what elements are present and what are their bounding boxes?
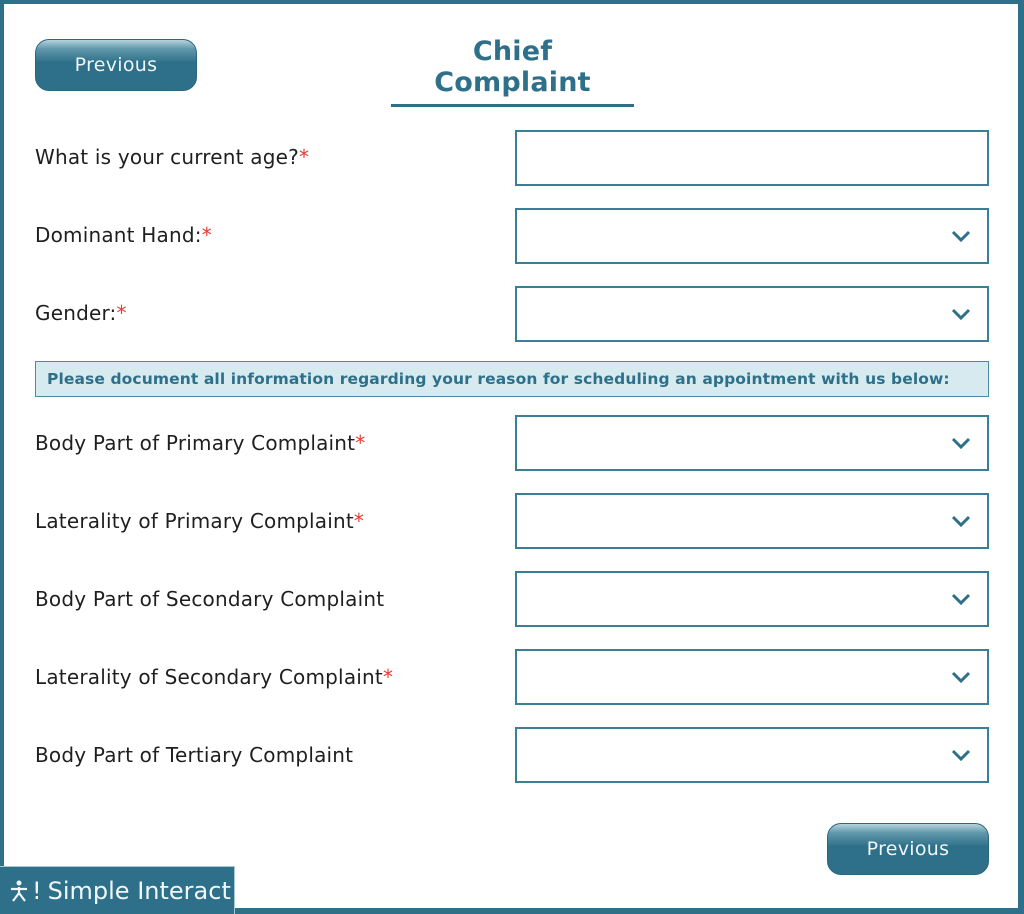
age-input[interactable] — [517, 132, 987, 184]
secondary-body-part-select[interactable] — [515, 571, 989, 627]
previous-button-top[interactable]: Previous — [35, 39, 197, 91]
dominant-hand-label-text: Dominant Hand: — [35, 223, 202, 247]
info-banner-text: Please document all information regardin… — [47, 370, 950, 388]
tertiary-body-part-label: Body Part of Tertiary Complaint — [35, 743, 353, 767]
gender-label-text: Gender: — [35, 301, 117, 325]
required-marker: * — [382, 665, 394, 689]
age-label-text: What is your current age? — [35, 145, 299, 169]
dominant-hand-select[interactable] — [515, 208, 989, 264]
primary-body-part-label: Body Part of Primary Complaint* — [35, 431, 365, 455]
tertiary-body-part-label-text: Body Part of Tertiary Complaint — [35, 743, 354, 767]
brand-mark: ! — [32, 876, 42, 905]
secondary-body-part-label-text: Body Part of Secondary Complaint — [35, 587, 385, 611]
required-marker: * — [201, 223, 212, 247]
age-field[interactable] — [515, 130, 989, 186]
gender-select[interactable] — [515, 286, 989, 342]
page-title: Chief Complaint — [391, 36, 634, 107]
dominant-hand-label: Dominant Hand:* — [35, 223, 212, 247]
required-marker: * — [116, 301, 127, 325]
chevron-down-icon — [951, 515, 971, 527]
previous-button-bottom[interactable]: Previous — [827, 823, 989, 875]
secondary-laterality-label-text: Laterality of Secondary Complaint — [35, 665, 383, 689]
chevron-down-icon — [951, 308, 971, 320]
info-banner: Please document all information regardin… — [35, 361, 989, 397]
chevron-down-icon — [951, 437, 971, 449]
chevron-down-icon — [951, 749, 971, 761]
brand-name: Simple Interact — [47, 876, 231, 905]
brand-logo: ! Simple Interact — [0, 866, 235, 914]
primary-body-part-select[interactable] — [515, 415, 989, 471]
primary-laterality-label: Laterality of Primary Complaint* — [35, 509, 364, 533]
primary-body-part-label-text: Body Part of Primary Complaint — [35, 431, 356, 455]
tertiary-body-part-select[interactable] — [515, 727, 989, 783]
chevron-down-icon — [951, 230, 971, 242]
required-marker: * — [298, 145, 310, 169]
secondary-laterality-select[interactable] — [515, 649, 989, 705]
age-label: What is your current age?* — [35, 145, 309, 169]
secondary-laterality-label: Laterality of Secondary Complaint* — [35, 665, 393, 689]
secondary-body-part-label: Body Part of Secondary Complaint — [35, 587, 384, 611]
primary-laterality-label-text: Laterality of Primary Complaint — [35, 509, 354, 533]
person-icon — [11, 880, 27, 902]
required-marker: * — [355, 431, 366, 455]
gender-label: Gender:* — [35, 301, 127, 325]
primary-laterality-select[interactable] — [515, 493, 989, 549]
chevron-down-icon — [951, 671, 971, 683]
chevron-down-icon — [951, 593, 971, 605]
required-marker: * — [353, 509, 365, 533]
